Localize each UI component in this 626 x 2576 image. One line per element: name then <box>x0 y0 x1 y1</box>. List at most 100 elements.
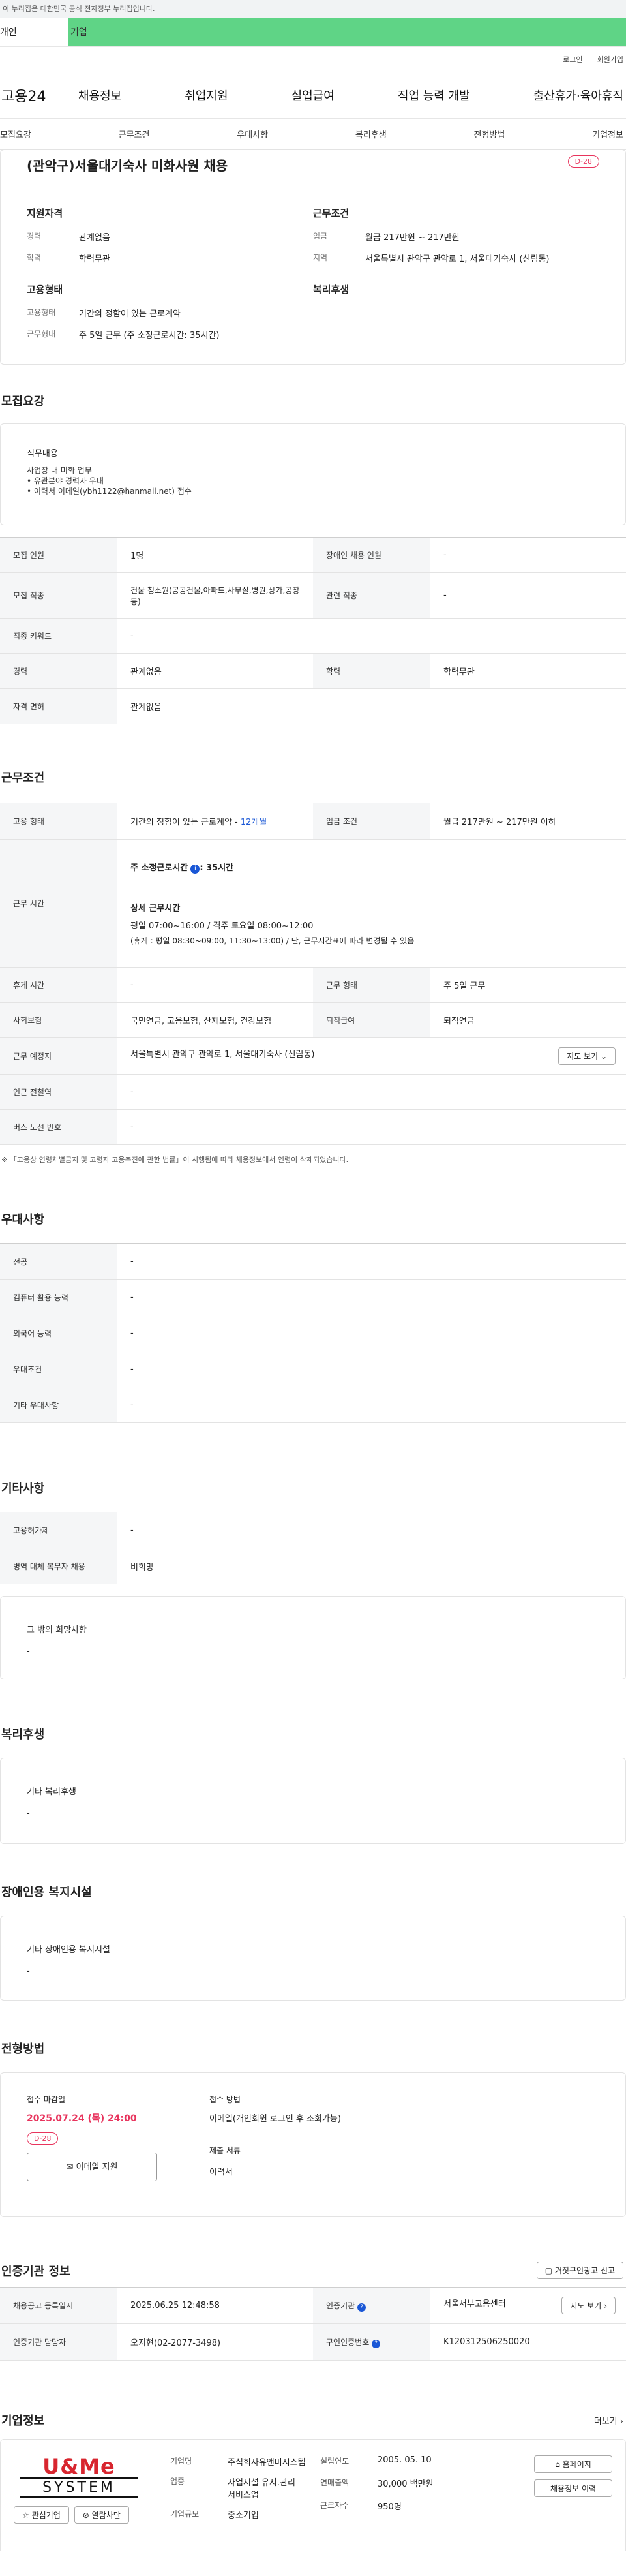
workcond-table: 고용 형태 기간의 정함이 있는 근로계약 - 12개월 임금 조건 월급 217만원… <box>0 803 626 1145</box>
cell-label: 자격 면허 <box>0 688 117 724</box>
cell-value: 주 5일 근무 <box>430 967 626 1003</box>
gnb-jobs[interactable]: 채용정보 <box>78 87 121 104</box>
gnb-support[interactable]: 취업지원 <box>185 87 228 104</box>
cell-label: 버스 노선 번호 <box>0 1109 117 1145</box>
cell-value: - <box>117 1279 626 1315</box>
emp-label: 근로자수 <box>320 2501 350 2510</box>
cell-value: 월급 217만원 ~ 217만원 이하 <box>430 803 626 840</box>
star-icon: ☆ <box>22 2511 29 2520</box>
cell-label: 근무 예정지 <box>0 1037 117 1075</box>
info-icon[interactable]: ? <box>372 2339 381 2348</box>
anchor-company[interactable]: 기업정보 <box>592 128 623 140</box>
email-apply-button[interactable]: ✉ 이메일 지원 <box>27 2153 157 2181</box>
history-button[interactable]: 채용정보 이력 <box>534 2479 612 2497</box>
cell-value: 관계없음 <box>117 653 313 689</box>
cell-label: 퇴직급여 <box>313 1002 430 1038</box>
cert-map-button[interactable]: 지도 보기 › <box>561 2297 616 2314</box>
cell-value: 비희망 <box>117 1548 626 1584</box>
career-label: 경력 <box>27 232 42 241</box>
tab-personal[interactable]: 개인 <box>0 18 68 46</box>
worktype-label: 근무형태 <box>27 330 56 339</box>
place-value: 서울특별시 관악구 관악로 1, 서울대기숙사 (신림동) <box>130 1050 315 1060</box>
anchor-select[interactable]: 전형방법 <box>474 128 505 140</box>
cell-label: 고용허가제 <box>0 1512 117 1548</box>
job-title: (관악구)서울대기숙사 미화사원 채용 <box>27 158 228 174</box>
etc-title: 기타사항 <box>1 1482 45 1495</box>
duty-line-3: • 이력서 이메일(ybh1122@hanmail.net) 접수 <box>27 487 192 496</box>
year-label: 설립연도 <box>320 2457 350 2466</box>
gov-banner: 이 누리집은 대한민국 공식 전자정부 누리집입니다. <box>0 0 626 18</box>
anchor-welfare[interactable]: 복리후생 <box>355 128 387 140</box>
cell-label: 인근 전철역 <box>0 1074 117 1110</box>
cell-value: - <box>117 1351 626 1387</box>
homepage-button[interactable]: ⌂ 홈페이지 <box>534 2455 612 2473</box>
more-link[interactable]: 더보기 › <box>594 2414 623 2427</box>
emp-value: 950명 <box>378 2502 402 2512</box>
time-total-label: 주 소정근로시간 <box>130 863 188 873</box>
login-link[interactable]: 로그인 <box>563 54 582 65</box>
cell-label: 직종 키워드 <box>0 618 117 654</box>
career-value: 관계없음 <box>79 233 110 243</box>
gnb-benefit[interactable]: 실업급여 <box>291 87 335 104</box>
chevron-down-icon: ⌄ <box>600 1052 607 1061</box>
cond-heading: 근무조건 <box>313 207 350 219</box>
time-detail-2: (휴게 : 평일 08:30~09:00, 11:30~13:00) / 단, … <box>130 936 415 945</box>
time-detail-heading: 상세 근무시간 <box>130 904 181 913</box>
cell-label: 병역 대체 복무자 채용 <box>0 1548 117 1584</box>
time-hours: : 35시간 <box>200 863 234 873</box>
cell-label: 전공 <box>0 1243 117 1280</box>
wage-value: 월급 217만원 ~ 217만원 <box>365 233 460 243</box>
emp-months: 12개월 <box>240 818 267 827</box>
cert-title: 인증기관 정보 <box>1 2264 70 2278</box>
signup-link[interactable]: 회원가입 <box>597 54 623 65</box>
logo-bottom: SYSTEM <box>20 2479 138 2498</box>
wage-label: 임금 <box>313 232 328 241</box>
anchor-workcond[interactable]: 근무조건 <box>119 128 150 140</box>
docs-value: 이력서 <box>209 2168 233 2177</box>
pref-table: 전공 - 컴퓨터 활용 능력 - 외국어 능력 - 우대조건 - 기타 우대사항 - <box>0 1243 626 1423</box>
cell-value: 국민연금, 고용보험, 산재보험, 건강보험 <box>117 1002 313 1038</box>
cell-label: 장애인 채용 인원 <box>313 537 430 573</box>
cell-value: - <box>117 1512 626 1548</box>
pref-title: 우대사항 <box>1 1213 45 1227</box>
tab-company[interactable]: 기업 <box>68 18 626 46</box>
other-value: - <box>27 1647 30 1657</box>
cell-label: 채용공고 등록일시 <box>0 2287 117 2324</box>
edu-label: 학력 <box>27 253 42 262</box>
anchor-pref[interactable]: 우대사항 <box>237 128 268 140</box>
loc-label: 지역 <box>313 253 328 262</box>
block-button[interactable]: ⊘ 열람차단 <box>74 2506 129 2524</box>
ind-label: 업종 <box>170 2477 185 2486</box>
cell-value: - <box>117 618 626 654</box>
cell-value: 1명 <box>117 537 313 573</box>
year-value: 2005. 05. 10 <box>378 2455 432 2465</box>
cell-value: - <box>117 1109 626 1145</box>
gnb-training[interactable]: 직업 능력 개발 <box>398 87 470 104</box>
map-button[interactable]: 지도 보기 ⌄ <box>558 1047 616 1065</box>
gnb-leave[interactable]: 출산휴가·육아휴직 <box>533 87 623 104</box>
site-logo[interactable]: 고용24 <box>0 85 78 106</box>
cell-value: - <box>117 1243 626 1280</box>
recruit-title: 모집요강 <box>1 395 45 408</box>
time-detail-1: 평일 07:00~16:00 / 격주 토요일 08:00~12:00 <box>130 921 314 931</box>
cell-label: 관련 직종 <box>313 572 430 619</box>
report-button[interactable]: ▢ 거짓구인광고 신고 <box>536 2262 623 2279</box>
emp-heading: 고용형태 <box>27 284 63 296</box>
summary-card: (관악구)서울대기숙사 미화사원 채용 D-28 지원자격 경력 관계없음 학력 학… <box>0 149 626 365</box>
org-value: 서울서부고용센터 <box>443 2299 506 2309</box>
docs-heading: 제출 서류 <box>209 2146 241 2155</box>
cell-value: - <box>117 1387 626 1423</box>
cell-label: 우대조건 <box>0 1351 117 1387</box>
method-heading: 접수 방법 <box>209 2095 241 2104</box>
fav-button[interactable]: ☆ 관심기업 <box>14 2506 69 2524</box>
info-icon[interactable]: i <box>190 865 200 874</box>
cert-table: 채용공고 등록일시 2025.06.25 12:48:58 인증기관 ? 서울서부고용… <box>0 2287 626 2361</box>
duty-line-1: 사업장 내 미화 업무 <box>27 466 92 475</box>
cell-label: 임금 조건 <box>313 803 430 840</box>
size-label: 기업규모 <box>170 2509 200 2519</box>
company-logo: U&Me SYSTEM <box>20 2455 138 2498</box>
info-icon[interactable]: ? <box>357 2303 366 2312</box>
recruit-table: 모집 인원 1명 장애인 채용 인원 - 모집 직종 건물 청소원(공공건물,아파트,사… <box>0 537 626 724</box>
anchor-recruit[interactable]: 모집요강 <box>0 128 31 140</box>
deadline-heading: 접수 마감일 <box>27 2095 66 2104</box>
